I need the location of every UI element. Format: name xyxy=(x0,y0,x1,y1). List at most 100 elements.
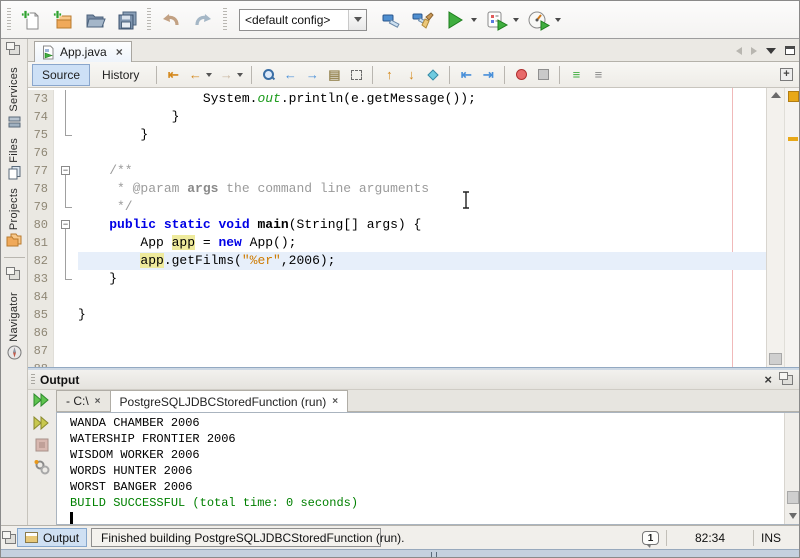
history-view-button[interactable]: History xyxy=(92,64,149,86)
statusbar-output-button[interactable]: Output xyxy=(17,528,87,547)
find-previous-icon[interactable]: ← xyxy=(280,65,300,85)
shift-left-icon[interactable]: ⇤ xyxy=(456,65,476,85)
output-tab-run[interactable]: PostgreSQLJDBCStoredFunction (run) × xyxy=(110,390,349,412)
float-window-icon[interactable] xyxy=(782,375,793,385)
profile-dropdown-caret[interactable] xyxy=(555,18,561,22)
close-tab-icon[interactable]: × xyxy=(116,45,123,59)
editor-vertical-scrollbar[interactable] xyxy=(766,88,784,367)
start-macro-recording-icon[interactable] xyxy=(511,65,531,85)
document-tab-appjava[interactable]: App.java × xyxy=(34,41,132,62)
sidebar-tab-navigator[interactable]: Navigator xyxy=(7,288,22,364)
stop-macro-recording-icon[interactable] xyxy=(533,65,553,85)
code-line: 73 System.out.println(e.getMessage()); xyxy=(28,90,766,108)
toggle-rectangular-selection-icon[interactable] xyxy=(346,65,366,85)
output-vertical-scrollbar[interactable] xyxy=(784,413,800,524)
fold-margin xyxy=(54,324,78,342)
toolbar-separator xyxy=(449,66,450,84)
fold-margin[interactable]: − xyxy=(54,162,78,180)
scroll-down-icon[interactable] xyxy=(789,513,797,519)
stop-build-icon[interactable] xyxy=(35,438,49,452)
error-stripe[interactable] xyxy=(784,88,800,367)
save-all-button[interactable] xyxy=(114,7,140,33)
sidebar-tab-projects[interactable]: Projects xyxy=(6,184,22,251)
toggle-bookmark-icon[interactable] xyxy=(423,65,443,85)
dropdown-caret-icon[interactable] xyxy=(237,73,243,77)
run-icon xyxy=(444,9,466,31)
output-tab-terminal[interactable]: - C:\ × xyxy=(56,390,111,411)
toggle-highlight-search-icon[interactable]: ▤ xyxy=(324,65,344,85)
new-project-button[interactable] xyxy=(50,7,76,33)
debug-icon xyxy=(485,9,509,31)
shift-right-icon[interactable]: ⇥ xyxy=(478,65,498,85)
open-project-button[interactable] xyxy=(82,7,108,33)
next-bookmark-icon[interactable]: ↓ xyxy=(401,65,421,85)
config-select[interactable]: <default config> xyxy=(239,9,367,31)
redo-button[interactable] xyxy=(190,7,216,33)
forward-icon[interactable]: → xyxy=(216,65,236,85)
fold-margin xyxy=(54,342,78,360)
minimized-window-group-icon[interactable] xyxy=(9,270,20,280)
scroll-tabs-left-icon[interactable] xyxy=(736,47,742,55)
toolbar-grip[interactable] xyxy=(7,8,11,32)
sidebar-tab-label: Files xyxy=(8,138,20,163)
profile-project-button[interactable] xyxy=(526,7,552,33)
debug-project-button[interactable] xyxy=(484,7,510,33)
left-sidebar: Services Files Projects Navigator xyxy=(1,39,28,525)
last-edit-location-icon[interactable]: ⇤ xyxy=(163,65,183,85)
warning-mark[interactable] xyxy=(788,137,798,141)
run-project-button[interactable] xyxy=(442,7,468,33)
scrollbar-thumb[interactable] xyxy=(787,491,799,504)
output-console[interactable]: WANDA CHAMBER 2006WATERSHIP FRONTIER 200… xyxy=(56,412,800,525)
output-header-grip[interactable] xyxy=(31,374,35,386)
run-dropdown-caret[interactable] xyxy=(471,18,477,22)
comment-icon[interactable]: ≡ xyxy=(566,65,586,85)
sidebar-tab-files[interactable]: Files xyxy=(7,134,22,185)
ant-settings-icon[interactable] xyxy=(33,459,51,475)
new-file-icon xyxy=(20,9,42,31)
fold-margin[interactable]: − xyxy=(54,216,78,234)
new-file-button[interactable] xyxy=(18,7,44,33)
source-view-button[interactable]: Source xyxy=(32,64,90,86)
close-output-icon[interactable]: × xyxy=(764,372,772,387)
split-document-icon[interactable]: + xyxy=(780,68,793,81)
toolbar-grip[interactable] xyxy=(147,8,151,32)
fold-margin xyxy=(54,126,78,144)
close-tab-icon[interactable]: × xyxy=(332,396,338,407)
uncomment-icon[interactable]: ≡ xyxy=(588,65,608,85)
resize-grip[interactable] xyxy=(431,552,437,558)
document-list-icon[interactable] xyxy=(766,48,776,54)
scrollbar-thumb[interactable] xyxy=(769,353,782,365)
sidebar-tab-label: Services xyxy=(8,67,20,112)
sidebar-tab-label: Projects xyxy=(8,188,20,230)
minimized-window-group-icon[interactable] xyxy=(5,534,16,544)
toolbar-grip[interactable] xyxy=(223,8,227,32)
minimized-window-group-icon[interactable] xyxy=(9,45,20,55)
undo-button[interactable] xyxy=(158,7,184,33)
find-next-icon[interactable]: → xyxy=(302,65,322,85)
line-number: 88 xyxy=(28,360,54,367)
code-line: 87 xyxy=(28,342,766,360)
output-header[interactable]: Output × xyxy=(28,370,800,390)
maximize-window-icon[interactable] xyxy=(785,46,795,55)
mouse-ibeam-cursor xyxy=(461,191,471,209)
notifications-icon[interactable]: 1 xyxy=(642,531,659,545)
statusbar-output-label: Output xyxy=(43,531,79,545)
scroll-up-icon[interactable] xyxy=(771,92,781,98)
close-tab-icon[interactable]: × xyxy=(95,396,101,407)
scroll-tabs-right-icon[interactable] xyxy=(751,47,757,55)
build-project-button[interactable] xyxy=(378,7,404,33)
clean-build-project-button[interactable] xyxy=(410,7,436,33)
fold-margin xyxy=(54,360,78,367)
rerun-with-debug-icon[interactable] xyxy=(33,415,51,431)
rerun-icon[interactable] xyxy=(33,392,51,408)
back-icon[interactable]: ← xyxy=(185,65,205,85)
code-editor[interactable]: 73 System.out.println(e.getMessage());74… xyxy=(28,88,800,367)
output-tab-row: - C:\ × PostgreSQLJDBCStoredFunction (ru… xyxy=(56,390,800,412)
navigator-icon xyxy=(7,345,22,360)
find-selection-icon[interactable] xyxy=(258,65,278,85)
dropdown-caret-icon[interactable] xyxy=(206,73,212,77)
chevron-down-icon[interactable] xyxy=(348,10,366,30)
previous-bookmark-icon[interactable]: ↑ xyxy=(379,65,399,85)
sidebar-tab-services[interactable]: Services xyxy=(7,63,22,134)
debug-dropdown-caret[interactable] xyxy=(513,18,519,22)
